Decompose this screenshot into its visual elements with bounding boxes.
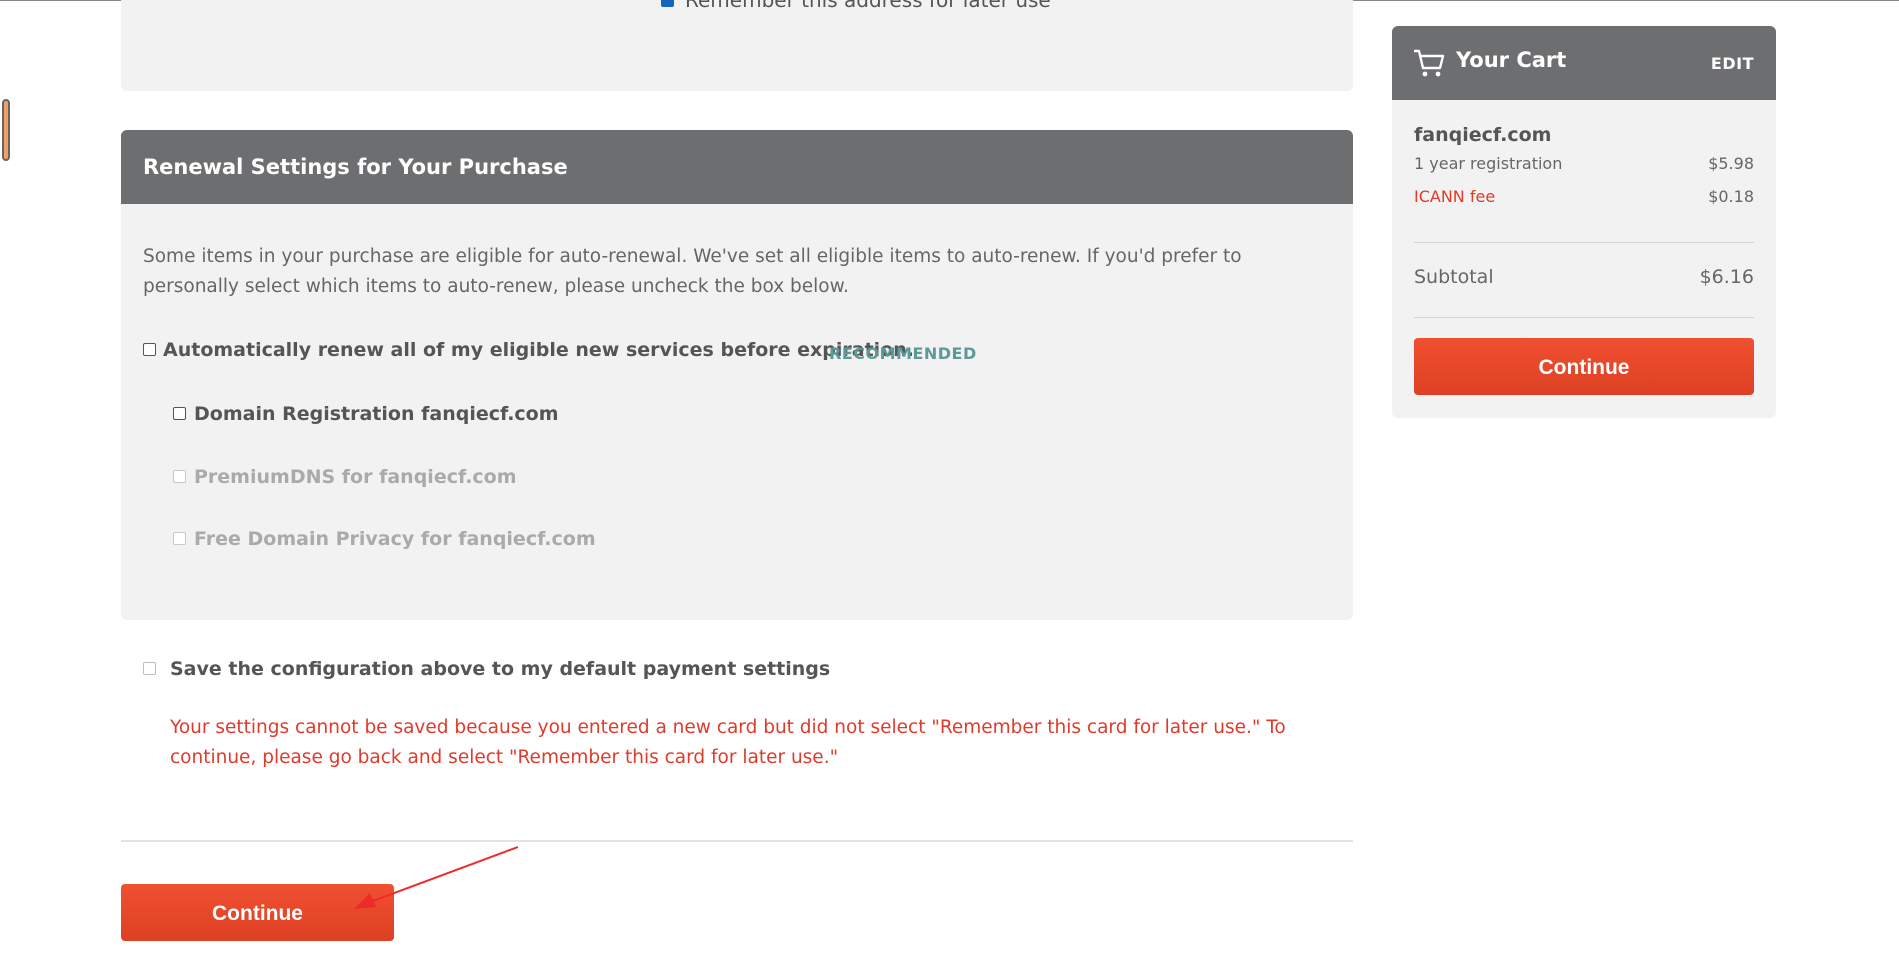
save-config-error: Your settings cannot be saved because yo… — [170, 717, 1286, 768]
cart-line-icann-fee: ICANN fee $0.18 — [1414, 187, 1754, 206]
cart-title: Your Cart — [1456, 48, 1567, 72]
remember-address-label: Remember this address for later use — [685, 0, 1051, 12]
renew-domain-registration-label[interactable]: Domain Registration fanqiecf.com — [194, 403, 559, 425]
cart-line-price: $5.98 — [1708, 154, 1754, 173]
subtotal-label: Subtotal — [1414, 266, 1494, 288]
section-divider — [121, 840, 1353, 842]
save-config-label[interactable]: Save the configuration above to my defau… — [170, 658, 830, 680]
subtotal-value: $6.16 — [1699, 266, 1754, 288]
cart-line-price: $0.18 — [1708, 187, 1754, 206]
renew-domain-privacy-label: Free Domain Privacy for fanqiecf.com — [194, 528, 596, 550]
renew-domain-registration-checkbox[interactable] — [173, 407, 186, 420]
continue-button[interactable]: Continue — [121, 884, 394, 941]
renew-premiumdns-label: PremiumDNS for fanqiecf.com — [194, 466, 517, 488]
cart-domain-name: fanqiecf.com — [1414, 124, 1552, 146]
cart-header: Your Cart EDIT — [1392, 26, 1776, 100]
cart-subtotal: Subtotal $6.16 — [1414, 266, 1754, 288]
renewal-description: Some items in your purchase are eligible… — [143, 246, 1242, 297]
renewal-settings-title: Renewal Settings for Your Purchase — [121, 130, 1353, 204]
auto-renew-all-label[interactable]: Automatically renew all of my eligible n… — [163, 339, 914, 361]
save-config-checkbox[interactable] — [143, 662, 156, 675]
cart-edit-link[interactable]: EDIT — [1711, 54, 1754, 73]
renewal-settings-panel: Renewal Settings for Your Purchase Some … — [121, 130, 1353, 620]
cart-icon — [1414, 49, 1445, 77]
scrollbar-thumb[interactable] — [2, 99, 10, 161]
cart-line-label: 1 year registration — [1414, 154, 1563, 173]
recommended-badge: RECOMMENDED — [829, 344, 977, 363]
renew-premiumdns-checkbox — [173, 470, 186, 483]
remember-address-checkbox[interactable] — [661, 0, 674, 7]
cart-divider — [1414, 317, 1754, 318]
cart-divider — [1414, 242, 1754, 243]
cart-panel: Your Cart EDIT fanqiecf.com 1 year regis… — [1392, 26, 1776, 418]
cart-line-registration: 1 year registration $5.98 — [1414, 154, 1754, 173]
billing-address-panel: Remember this address for later use — [121, 0, 1353, 91]
cart-continue-button[interactable]: Continue — [1414, 338, 1754, 395]
renew-domain-privacy-checkbox — [173, 532, 186, 545]
cart-line-label: ICANN fee — [1414, 187, 1496, 206]
auto-renew-all-checkbox[interactable] — [143, 343, 156, 356]
